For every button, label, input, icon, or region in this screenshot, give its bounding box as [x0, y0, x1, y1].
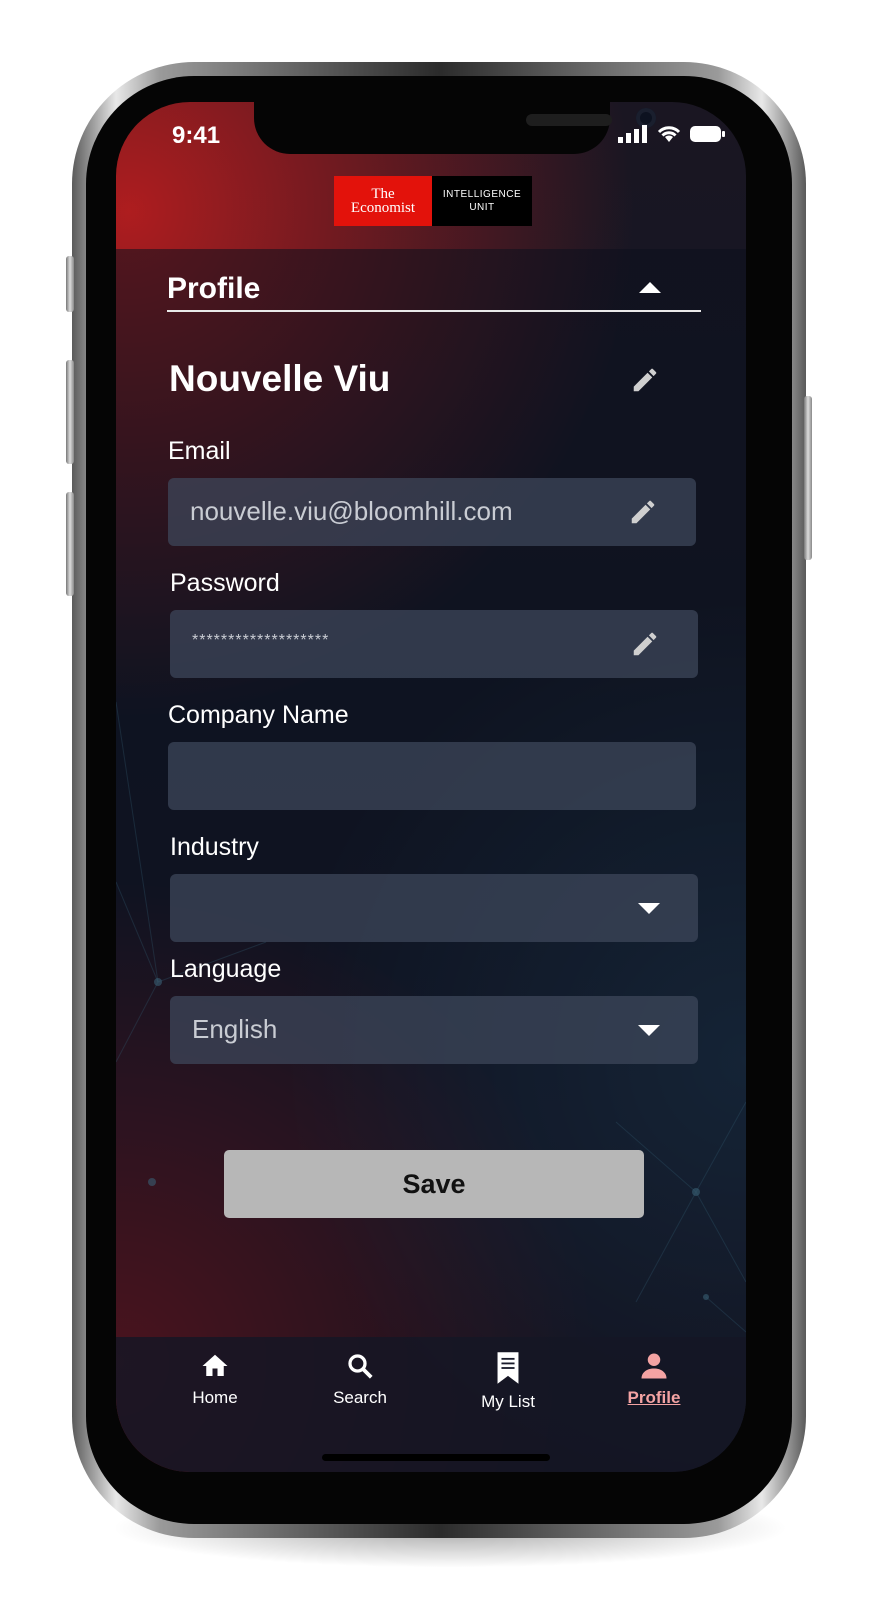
battery-icon: [690, 126, 725, 142]
cellular-signal-icon: [618, 125, 647, 143]
person-icon: [641, 1353, 667, 1379]
password-label: Password: [170, 569, 280, 597]
economist-logo: The Economist: [334, 176, 432, 226]
language-label: Language: [170, 955, 282, 983]
search-icon: [348, 1354, 373, 1379]
language-dropdown-arrow-icon[interactable]: [638, 1025, 660, 1036]
email-value: nouvelle.viu@bloomhill.com: [190, 496, 513, 526]
volume-up-button: [66, 360, 74, 464]
tab-profile-label: Profile: [627, 1388, 681, 1407]
edit-email-pencil-icon[interactable]: [628, 497, 658, 527]
bookmark-icon: [497, 1352, 519, 1384]
industry-select[interactable]: [170, 874, 698, 942]
logo-text-the: The: [371, 186, 395, 202]
tab-home[interactable]: Home: [160, 1351, 270, 1431]
tab-my-list-label: My List: [481, 1392, 535, 1411]
power-button: [804, 396, 812, 560]
bottom-tab-bar: Home Search My List Profile: [116, 1337, 746, 1472]
home-icon: [202, 1354, 228, 1376]
logo-text-intelligence: INTELLIGENCE: [442, 189, 522, 200]
home-indicator: [322, 1454, 550, 1461]
status-time: 9:41: [172, 122, 221, 149]
notch: [254, 102, 656, 154]
tab-home-label: Home: [192, 1388, 238, 1407]
eiu-logo: The Economist INTELLIGENCE UNIT: [334, 176, 532, 226]
company-name-label: Company Name: [168, 701, 349, 729]
tab-search-label: Search: [333, 1388, 387, 1407]
collapse-caret-icon[interactable]: [639, 282, 661, 293]
status-icons: [618, 124, 726, 144]
earpiece-speaker: [526, 114, 612, 126]
mute-switch: [66, 256, 74, 312]
tab-search[interactable]: Search: [305, 1351, 415, 1431]
company-name-field[interactable]: [168, 742, 696, 810]
save-button[interactable]: Save: [224, 1150, 644, 1218]
email-label: Email: [168, 437, 231, 465]
password-value: *******************: [192, 632, 330, 649]
logo-text-unit: UNIT: [469, 202, 495, 213]
edit-name-pencil-icon[interactable]: [630, 365, 660, 395]
language-select[interactable]: English: [170, 996, 698, 1064]
profile-section-header[interactable]: Profile: [167, 268, 701, 312]
section-title: Profile: [167, 272, 261, 305]
email-field[interactable]: nouvelle.viu@bloomhill.com: [168, 478, 696, 546]
tab-profile[interactable]: Profile: [599, 1351, 709, 1431]
volume-down-button: [66, 492, 74, 596]
language-value: English: [192, 1014, 278, 1044]
industry-label: Industry: [170, 833, 259, 861]
user-name: Nouvelle Viu: [169, 358, 391, 399]
intelligence-unit-logo: INTELLIGENCE UNIT: [432, 176, 532, 226]
wifi-icon: [657, 126, 681, 142]
logo-text-economist: Economist: [350, 200, 416, 216]
password-field[interactable]: *******************: [170, 610, 698, 678]
edit-password-pencil-icon[interactable]: [630, 629, 660, 659]
industry-dropdown-arrow-icon[interactable]: [638, 903, 660, 914]
tab-my-list[interactable]: My List: [453, 1351, 563, 1431]
app-screen: 9:41 The Economist INTELLIGENCE UNIT Pro…: [116, 102, 746, 1472]
